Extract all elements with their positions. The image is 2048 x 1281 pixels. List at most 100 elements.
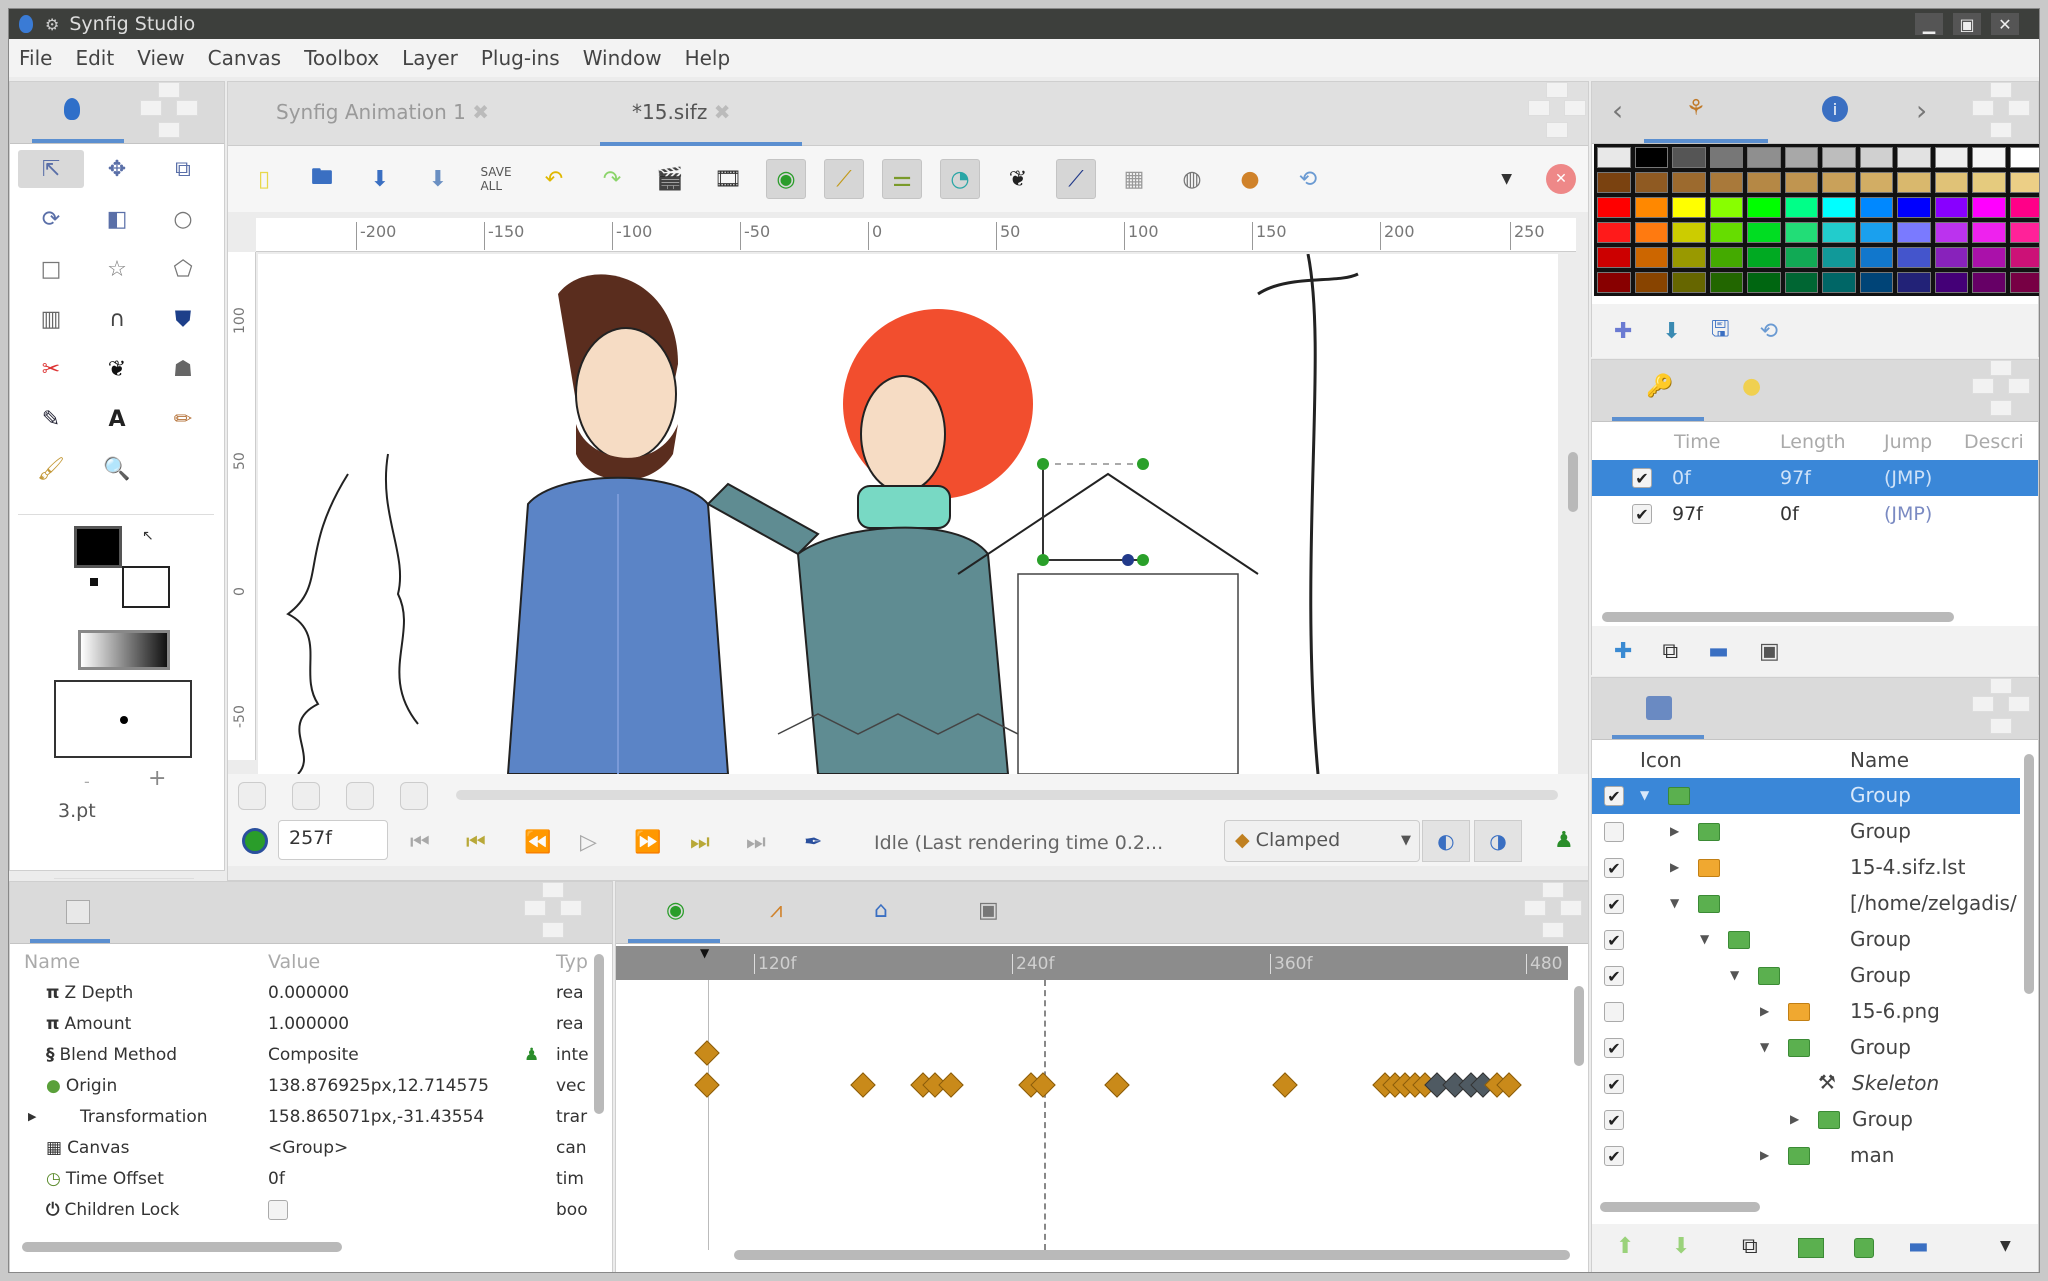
seek-end-button[interactable]: ⏭ [746,830,766,855]
onion-skin-toggle[interactable]: ◍ [1172,159,1212,199]
info-tab-icon[interactable]: i [1822,96,1848,122]
expand-icon[interactable]: ▶ [1670,824,1679,838]
jump-link[interactable]: (JMP) [1884,503,1932,525]
next-frame-button[interactable]: ⏩ [634,830,661,855]
duplicate-keyframe-button[interactable]: ⧉ [1662,639,1678,664]
layers-overflow-icon[interactable]: ▼ [2000,1238,2011,1254]
delete-layer-button[interactable]: ▬ [1908,1234,1929,1259]
color-swatch[interactable] [1972,247,2006,268]
keyframe-row[interactable]: ✔ 0f 97f (JMP) [1592,460,2038,496]
dock-handle[interactable] [1972,82,2030,140]
color-swatch[interactable] [1972,172,2006,193]
group-layer-button[interactable] [1798,1238,1824,1258]
menu-edit[interactable]: Edit [75,46,114,70]
color-swatch[interactable] [1897,247,1931,268]
color-swatch[interactable] [1822,222,1856,243]
decrease-size-button[interactable]: - [84,772,90,791]
lock-tab-icon[interactable]: ● [1742,374,1761,399]
layer-visibility-checkbox[interactable]: ✔ [1604,786,1624,806]
time-ruler[interactable]: ▼ 120f 240f 360f 480 [616,946,1568,980]
dock-handle[interactable] [140,82,198,140]
layer-visibility-checkbox[interactable]: ✔ [1604,966,1624,986]
color-swatch[interactable] [1784,272,1818,293]
polygon-tool[interactable]: ⬠ [150,250,216,288]
color-swatch[interactable] [2009,147,2039,168]
layer-visibility-checkbox[interactable]: ✔ [1604,1074,1624,1094]
dock-handle[interactable] [1972,678,2030,736]
rectangle-tool[interactable]: □ [18,250,84,288]
show-width-handles-toggle[interactable]: ❦ [998,159,1038,199]
zoom-in-button[interactable] [292,782,320,810]
duplicate-layer-button[interactable]: ⧉ [1742,1234,1758,1259]
minimize-button[interactable]: ▁ [1915,13,1943,35]
column-type-header[interactable]: Typ [556,951,588,973]
color-swatch[interactable] [1747,272,1781,293]
expand-icon[interactable]: ▶ [1760,1148,1769,1162]
waypoint-marker[interactable] [938,1072,964,1098]
color-swatch[interactable] [1859,247,1893,268]
doc-tab-synfig-animation-1[interactable]: Synfig Animation 1 ✖ [276,100,489,124]
menu-help[interactable]: Help [685,46,731,70]
layers-vertical-scrollbar[interactable] [2024,754,2034,994]
menu-view[interactable]: View [137,46,184,70]
param-row[interactable]: ▦ Canvas <Group> can [16,1132,600,1163]
background-toggle[interactable]: ● [1230,159,1270,199]
refresh-button[interactable]: ⟲ [1288,159,1328,199]
layer-row[interactable]: ✔ ▼ Group [1592,922,2020,958]
save-all-button[interactable]: SAVE ALL [476,159,516,199]
interpolation-select[interactable]: ◆ Clamped ▼ [1224,820,1420,862]
color-swatch[interactable] [1634,247,1668,268]
dock-handle[interactable] [524,882,582,940]
color-swatch[interactable] [1672,222,1706,243]
open-file-button[interactable]: 🖿 [302,159,342,199]
cutout-tool[interactable]: ✂ [18,350,84,388]
seek-begin-button[interactable]: ⏮ [410,830,430,855]
column-name-header[interactable]: Name [24,951,80,973]
color-swatch[interactable] [1634,197,1668,218]
zoom-tool[interactable]: 🔍 [84,450,150,488]
prev-keyframe-button[interactable]: ⏮ [466,830,486,855]
transform-tool[interactable]: ⇱ [18,150,84,188]
brush-tool[interactable]: 🖌 [18,450,84,488]
timetrack-tab-icon[interactable]: ◉ [666,898,685,923]
gradient-tool[interactable]: ▥ [18,300,84,338]
preview-button[interactable]: 🎞 [708,159,748,199]
color-swatch[interactable] [1672,247,1706,268]
sound-tab-icon[interactable]: ▣ [978,898,999,923]
time-cursor-marker[interactable]: ▼ [700,946,709,960]
layer-visibility-checkbox[interactable]: ✔ [1604,930,1624,950]
children-lock-checkbox[interactable] [268,1199,288,1220]
params-tab-icon[interactable] [66,900,90,924]
next-panel-arrow[interactable]: › [1916,94,1927,127]
color-swatch[interactable] [2009,222,2039,243]
color-swatch[interactable] [1972,222,2006,243]
color-swatch[interactable] [1672,197,1706,218]
render-button[interactable]: 🎬 [650,159,690,199]
layer-row[interactable]: ✔ ▼ Group [1592,778,2020,814]
gradient-swatch[interactable] [78,630,170,670]
maximize-button[interactable]: ▣ [1953,13,1981,35]
waypoint-marker[interactable] [694,1040,720,1066]
color-swatch[interactable] [1597,272,1631,293]
save-button[interactable]: ⬇ [360,159,400,199]
color-swatch[interactable] [1672,172,1706,193]
new-file-button[interactable]: ▯ [244,159,284,199]
color-swatch[interactable] [2009,172,2039,193]
waypoint-marker[interactable] [1272,1072,1298,1098]
color-swatch[interactable] [1672,272,1706,293]
color-swatch[interactable] [1634,222,1668,243]
expand-icon[interactable]: ▶ [1760,1004,1769,1018]
color-swatch[interactable] [1859,172,1893,193]
expand-icon[interactable]: ▶ [1670,860,1679,874]
color-swatch[interactable] [2009,272,2039,293]
past-keyframes-lock-toggle[interactable]: ◐ [1422,820,1470,862]
color-swatch[interactable] [1897,197,1931,218]
layer-visibility-checkbox[interactable]: ✔ [1604,1038,1624,1058]
circle-tool[interactable]: ○ [150,200,216,238]
layers-horizontal-scrollbar[interactable] [1600,1202,1760,1212]
close-button[interactable]: ✕ [1991,13,2019,35]
layer-row[interactable]: ✔ ▼ Group [1592,958,2020,994]
dock-handle[interactable] [1524,882,1582,940]
menu-toolbox[interactable]: Toolbox [304,46,379,70]
fill-color-swatch[interactable] [122,566,170,608]
